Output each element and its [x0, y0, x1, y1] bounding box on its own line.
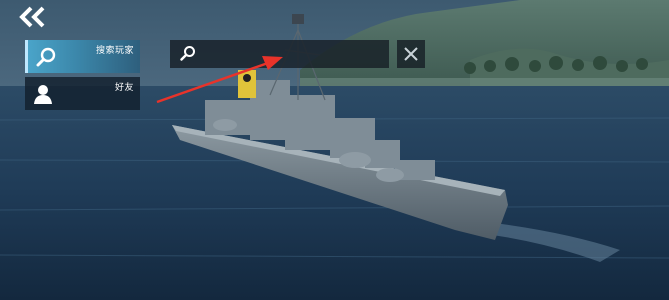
sidebar-item-friends[interactable]: 好友	[25, 77, 140, 110]
clear-search-button[interactable]	[397, 40, 425, 68]
sidebar-item-label: 好友	[114, 83, 134, 93]
search-icon	[35, 46, 57, 68]
sidebar-item-search-players[interactable]: 搜索玩家	[25, 40, 140, 73]
double-chevron-left-icon	[19, 6, 45, 28]
close-icon	[404, 47, 418, 61]
search-input[interactable]	[204, 44, 382, 64]
sidebar-item-label: 搜索玩家	[95, 46, 134, 56]
back-button[interactable]	[18, 6, 48, 28]
search-icon	[180, 45, 196, 62]
search-box[interactable]	[170, 40, 389, 68]
person-icon	[32, 83, 54, 105]
